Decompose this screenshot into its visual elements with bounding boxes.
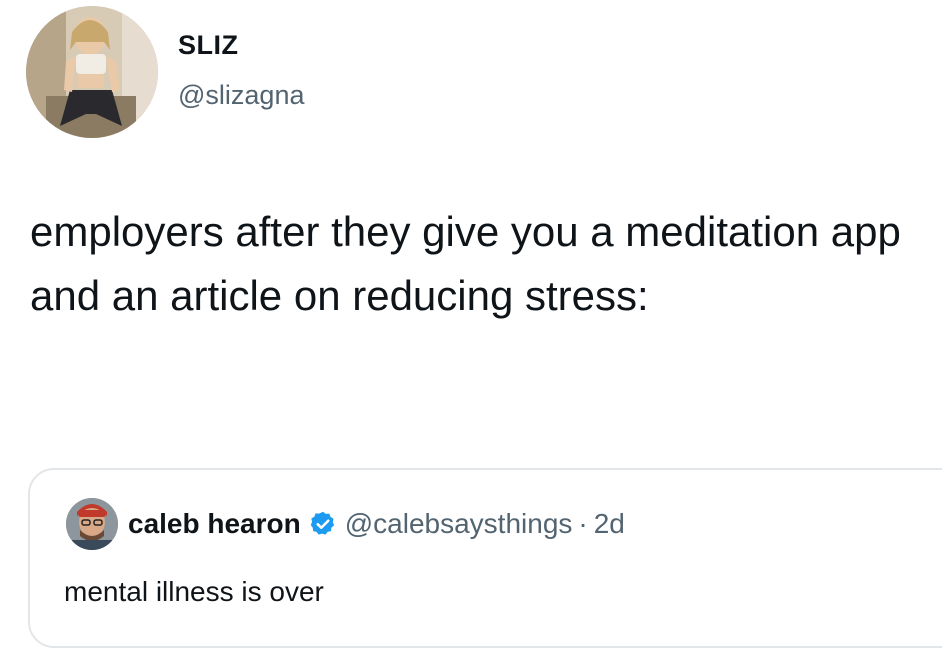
verified-badge-icon [309, 510, 337, 538]
author-avatar-image [26, 6, 158, 138]
tweet-text: employers after they give you a meditati… [30, 208, 901, 319]
tweet: SLIZ @slizagna employers after they give… [0, 0, 942, 670]
author-name[interactable]: SLIZ [178, 30, 239, 61]
author-handle[interactable]: @slizagna [178, 80, 304, 111]
quoted-tweet-card[interactable]: caleb hearon @calebsaysthings · 2d menta… [28, 468, 942, 648]
separator-dot: · [578, 508, 588, 539]
quoted-author-name[interactable]: caleb hearon [128, 508, 301, 540]
quoted-author-avatar[interactable] [66, 498, 118, 550]
quoted-tweet-time[interactable]: 2d [594, 508, 625, 540]
quoted-author-handle[interactable]: @calebsaysthings [345, 508, 573, 540]
quoted-avatar-image [66, 498, 118, 550]
quoted-tweet-text: mental illness is over [64, 576, 324, 607]
quoted-tweet-header: caleb hearon @calebsaysthings · 2d [128, 508, 625, 540]
author-avatar[interactable] [26, 6, 158, 138]
